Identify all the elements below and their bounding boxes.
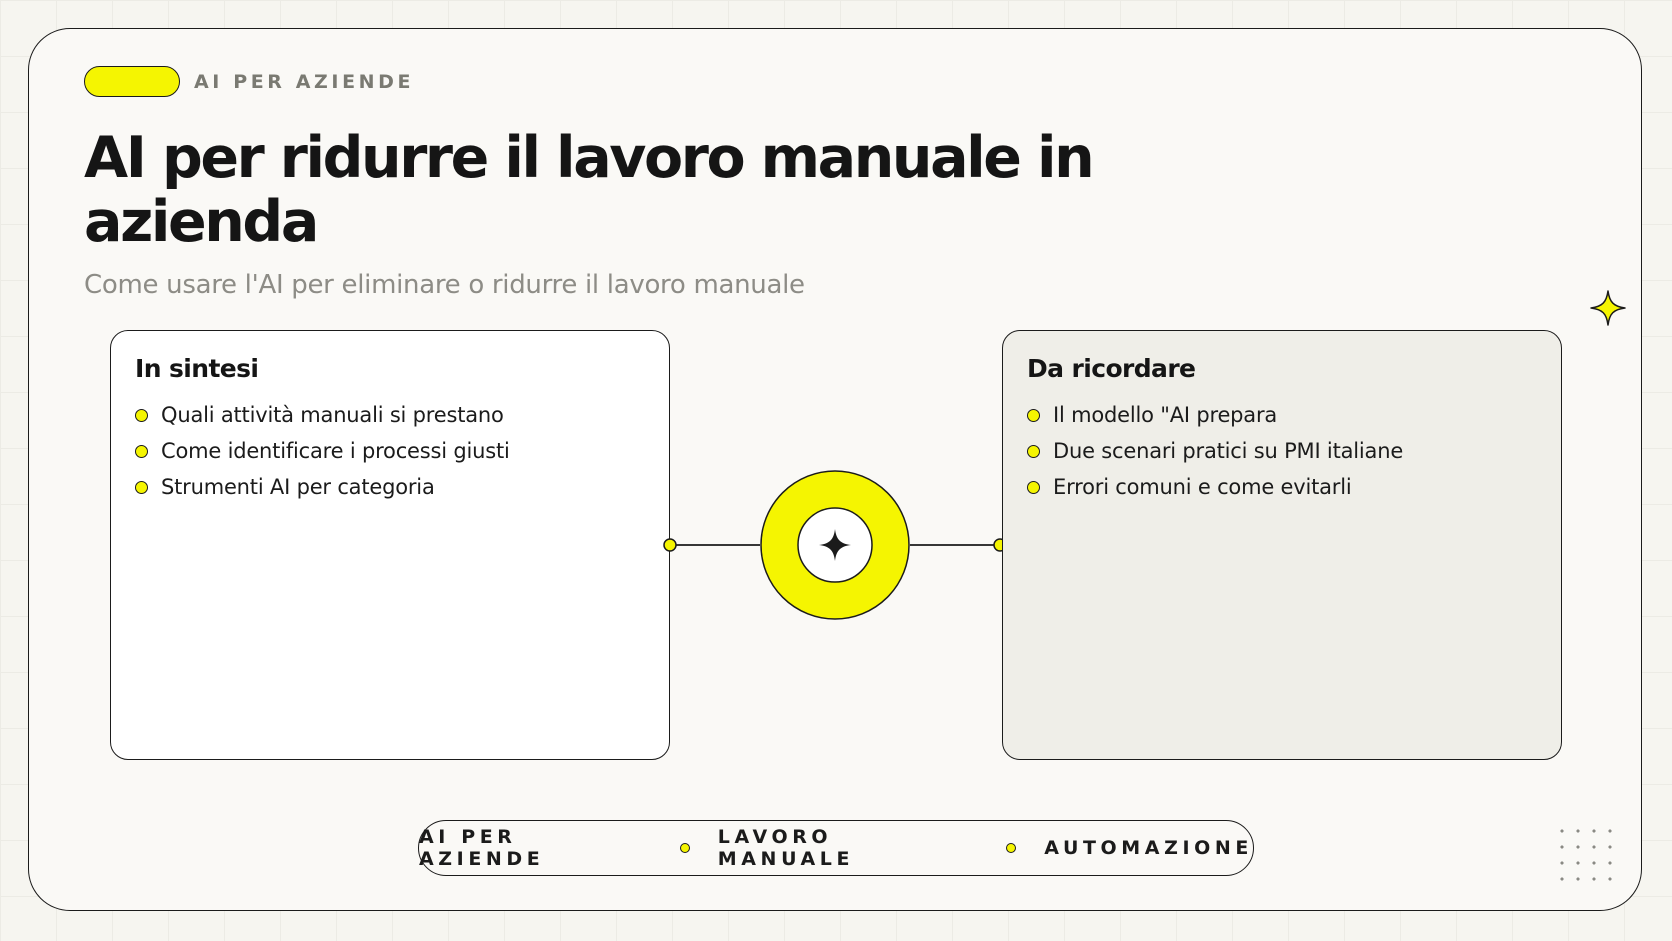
list-item-text: Strumenti AI per categoria	[161, 475, 435, 499]
bullet-dot-icon	[135, 408, 148, 422]
dot-grid-decoration	[1554, 823, 1614, 883]
footer-tag: AI PER AZIENDE	[419, 826, 545, 870]
separator-dot-icon	[679, 843, 690, 853]
list-item-text: Due scenari pratici su PMI italiane	[1053, 439, 1404, 463]
page-title: AI per ridurre il lavoro manuale in azie…	[84, 125, 1095, 255]
list-item: Quali attività manuali si prestano	[135, 397, 645, 433]
footer-tag-bar: AI PER AZIENDE LAVORO MANUALE AUTOMAZION…	[418, 820, 1254, 876]
list-item: Due scenari pratici su PMI italiane	[1027, 433, 1537, 469]
reminder-list: Il modello "AI prepara Due scenari prati…	[1027, 397, 1537, 505]
list-item-text: Come identificare i processi giusti	[161, 439, 510, 463]
list-item: Errori comuni e come evitarli	[1027, 469, 1537, 505]
list-item: Come identificare i processi giusti	[135, 433, 645, 469]
list-item-text: Il modello "AI prepara	[1053, 403, 1278, 427]
bullet-dot-icon	[1027, 480, 1040, 494]
reminder-card: Da ricordare Il modello "AI prepara Due …	[1002, 330, 1562, 760]
reminder-card-title: Da ricordare	[1027, 354, 1196, 383]
bullet-dot-icon	[1027, 444, 1040, 458]
list-item-text: Errori comuni e come evitarli	[1053, 475, 1352, 499]
list-item: Strumenti AI per categoria	[135, 469, 645, 505]
footer-tag: LAVORO MANUALE	[717, 826, 855, 870]
bullet-dot-icon	[135, 480, 148, 494]
summary-card-title: In sintesi	[135, 354, 259, 383]
connector-dot-left	[663, 538, 677, 552]
bullet-dot-icon	[135, 444, 148, 458]
eyebrow-label: AI PER AZIENDE	[194, 71, 415, 93]
separator-dot-icon	[1006, 843, 1017, 853]
list-item: Il modello "AI prepara	[1027, 397, 1537, 433]
page-subtitle: Come usare l'AI per eliminare o ridurre …	[84, 270, 805, 300]
footer-tag: AUTOMAZIONE	[1044, 837, 1253, 859]
summary-list: Quali attività manuali si prestano Come …	[135, 397, 645, 505]
accent-pill	[84, 66, 180, 97]
hub-connector	[663, 470, 1007, 620]
list-item-text: Quali attività manuali si prestano	[161, 403, 504, 427]
summary-card: In sintesi Quali attività manuali si pre…	[110, 330, 670, 760]
sparkle-icon	[1590, 290, 1626, 326]
bullet-dot-icon	[1027, 408, 1040, 422]
